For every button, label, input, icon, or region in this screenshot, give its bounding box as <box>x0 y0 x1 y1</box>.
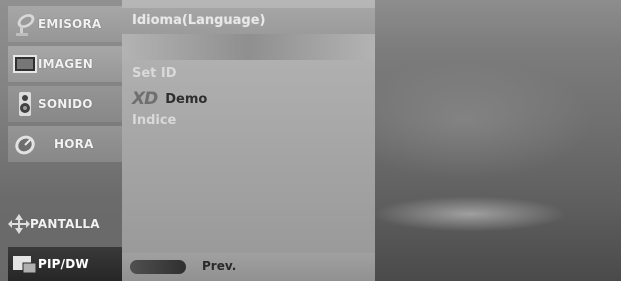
sidebar-item-label: PANTALLA <box>30 217 100 231</box>
menu-option-set-id[interactable]: Set ID <box>132 66 177 81</box>
demo-label: Demo <box>165 91 208 107</box>
speaker-icon <box>12 91 38 117</box>
sidebar-item-label: HORA <box>54 137 94 151</box>
sidebar-item-label: PIP/DW <box>38 257 89 271</box>
arrows-icon <box>8 211 30 237</box>
panel-footer: Prev. <box>122 253 375 281</box>
sidebar-item-sonido[interactable]: SONIDO <box>8 86 122 122</box>
clock-icon <box>12 131 38 157</box>
sidebar-item-hora[interactable]: HORA <box>8 126 122 162</box>
xd-logo: XD <box>132 89 158 109</box>
prev-label: Prev. <box>202 259 237 273</box>
sidebar-item-emisora[interactable]: EMISORA <box>8 6 122 42</box>
menu-option-language[interactable]: Idioma(Language) <box>132 13 266 28</box>
background-glow <box>375 0 621 281</box>
pip-icon <box>12 251 38 277</box>
sidebar-item-pantalla[interactable]: PANTALLA <box>8 206 122 242</box>
monitor-icon <box>12 51 38 77</box>
sidebar-item-imagen[interactable]: IMAGEN <box>8 46 122 82</box>
sidebar-item-label: IMAGEN <box>38 57 93 71</box>
sidebar-item-label: EMISORA <box>38 17 102 31</box>
prev-button[interactable] <box>130 260 186 274</box>
sidebar: EMISORA IMAGEN SONIDO HORA PANTALLA PIP/… <box>0 0 122 281</box>
sidebar-item-pip-dw[interactable]: PIP/DW <box>8 247 122 281</box>
menu-option-demo[interactable]: XD Demo <box>132 89 207 109</box>
menu-option-indice[interactable]: Indice <box>132 113 176 128</box>
sidebar-item-label: SONIDO <box>38 97 93 111</box>
highlight-band <box>122 34 375 60</box>
submenu-panel: Idioma(Language) Set ID XD Demo Indice P… <box>122 0 375 281</box>
satellite-dish-icon <box>12 11 38 37</box>
